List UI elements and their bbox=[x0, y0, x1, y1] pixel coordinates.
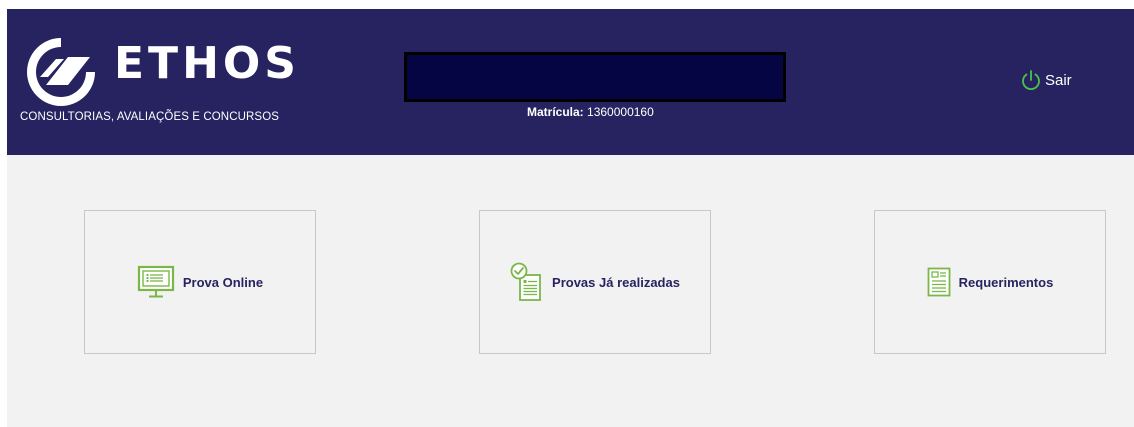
card-label: Prova Online bbox=[182, 274, 264, 290]
checked-document-icon bbox=[510, 261, 544, 303]
card-label: Requerimentos bbox=[958, 274, 1054, 290]
app-frame: ETHOS CONSULTORIAS, AVALIAÇÕES E CONCURS… bbox=[7, 9, 1134, 427]
matricula-label: Matrícula: bbox=[527, 105, 584, 119]
logout-label: Sair bbox=[1045, 71, 1072, 89]
card-label: Provas Já realizadas bbox=[552, 274, 680, 290]
power-icon bbox=[1022, 70, 1040, 91]
logo-tagline: CONSULTORIAS, AVALIAÇÕES E CONCURSOS bbox=[20, 111, 280, 123]
logout-button[interactable]: Sair bbox=[1020, 69, 1072, 91]
header: ETHOS CONSULTORIAS, AVALIAÇÕES E CONCURS… bbox=[7, 9, 1134, 155]
logo-wordmark: ETHOS bbox=[114, 38, 300, 89]
monitor-icon bbox=[137, 265, 175, 299]
card-requerimentos[interactable]: Requerimentos bbox=[874, 210, 1106, 354]
form-document-icon bbox=[927, 267, 951, 297]
ethos-logo-icon bbox=[27, 38, 95, 106]
logo: ETHOS CONSULTORIAS, AVALIAÇÕES E CONCURS… bbox=[20, 31, 296, 131]
matricula-value: 1360000160 bbox=[587, 105, 654, 119]
card-prova-online[interactable]: Prova Online bbox=[84, 210, 316, 354]
matricula: Matrícula: 1360000160 bbox=[527, 105, 654, 119]
card-provas-realizadas[interactable]: Provas Já realizadas bbox=[479, 210, 711, 354]
user-name-redacted bbox=[404, 52, 786, 102]
